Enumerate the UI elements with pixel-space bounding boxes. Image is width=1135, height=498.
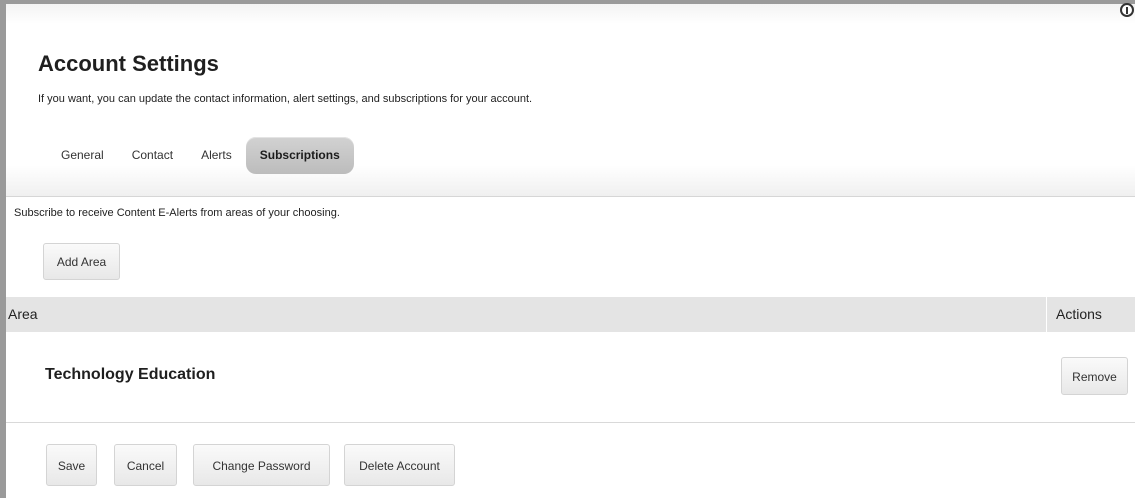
page-title: Account Settings	[38, 51, 219, 76]
header-top-shade	[6, 4, 1135, 24]
page-subtitle: If you want, you can update the contact …	[38, 93, 533, 105]
change-password-button[interactable]: Change Password	[193, 444, 330, 486]
help-icon[interactable]	[1119, 2, 1135, 18]
tab-alerts[interactable]: Alerts	[187, 137, 246, 174]
remove-button[interactable]: Remove	[1061, 357, 1128, 395]
add-area-button[interactable]: Add Area	[43, 243, 120, 280]
subscriptions-intro: Subscribe to receive Content E-Alerts fr…	[14, 207, 340, 219]
table-header: Area Actions	[6, 297, 1135, 332]
header-divider	[6, 196, 1135, 197]
cancel-button[interactable]: Cancel	[114, 444, 177, 486]
save-button[interactable]: Save	[46, 444, 97, 486]
subscription-area-name: Technology Education	[45, 366, 216, 383]
tab-subscriptions[interactable]: Subscriptions	[245, 137, 354, 174]
column-header-actions: Actions	[1056, 306, 1102, 322]
settings-tabs: General Contact Alerts Subscriptions	[47, 137, 354, 174]
column-header-area: Area	[8, 306, 38, 322]
tab-general[interactable]: General	[47, 137, 118, 174]
row-divider	[6, 422, 1135, 423]
tab-contact[interactable]: Contact	[118, 137, 187, 174]
delete-account-button[interactable]: Delete Account	[344, 444, 455, 486]
column-divider	[1046, 297, 1047, 332]
